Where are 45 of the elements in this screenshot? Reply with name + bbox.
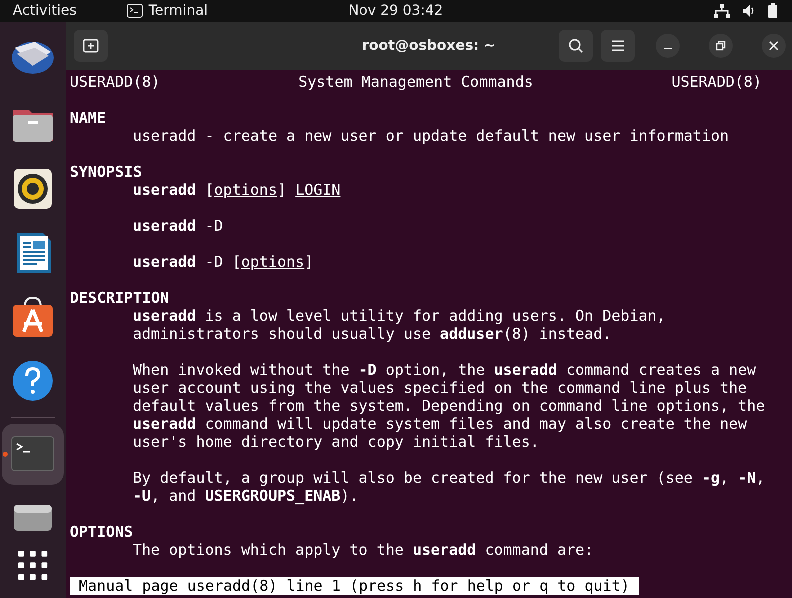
page-header-center: System Management Commands: [298, 73, 534, 91]
text-line: useradd is a low level utility for adding users. On Debian,: [132, 307, 666, 325]
app-name[interactable]: Terminal: [148, 3, 208, 19]
close-button[interactable]: [762, 34, 786, 58]
close-icon: [769, 41, 779, 51]
maximize-button[interactable]: [709, 34, 733, 58]
text-line: useradd command will update system files and may also create the new: [132, 415, 748, 433]
text-line: By default, a group will also be created for the new user (see -g, -N,: [132, 469, 766, 487]
volume-icon[interactable]: [742, 4, 756, 18]
text-line: user's home directory and copy initial files.: [132, 433, 540, 451]
text-line: useradd - create a new user or update default new user information: [132, 127, 730, 145]
text-line: useradd [options] LOGIN: [132, 181, 341, 199]
section-heading: DESCRIPTION: [70, 289, 170, 307]
menu-button[interactable]: [601, 30, 635, 62]
search-button[interactable]: [559, 30, 593, 62]
minimize-button[interactable]: [656, 34, 680, 58]
page-header-right: USERADD(8): [672, 73, 762, 91]
section-heading: NAME: [70, 109, 108, 127]
question-mark-icon[interactable]: [11, 359, 55, 404]
restore-icon: [716, 41, 726, 51]
text-line: useradd -D [options]: [132, 253, 314, 271]
minimize-icon: [664, 48, 672, 50]
page-header-left: USERADD(8): [70, 73, 160, 91]
speaker-icon[interactable]: [11, 166, 55, 211]
text-line: useradd -D: [132, 217, 224, 235]
text-line: -U, and USERGROUPS_ENAB).: [132, 487, 359, 505]
menu-icon: [611, 40, 625, 52]
activities-button[interactable]: Activities: [13, 3, 77, 19]
clock[interactable]: Nov 29 03:42: [348, 3, 444, 19]
new-tab-button[interactable]: [74, 30, 108, 62]
section-heading: SYNOPSIS: [70, 163, 144, 181]
window-title: root@osboxes: ~: [362, 38, 496, 54]
text-line: administrators should usually use adduser(8) instead.: [132, 325, 612, 343]
plus-icon: [83, 39, 99, 53]
text-line: user account using the values specified on the command line plus the: [132, 379, 748, 397]
text-line: The options which apply to the useradd command are:: [132, 541, 594, 559]
network-icon[interactable]: [714, 4, 730, 18]
text-line: default values from the system. Depending on command line options, the: [132, 397, 766, 415]
terminal-icon: [126, 4, 143, 18]
section-heading: OPTIONS: [70, 523, 134, 541]
shopping-bag-icon[interactable]: [11, 295, 55, 340]
search-icon: [568, 38, 584, 54]
app-grid-icon[interactable]: [18, 550, 48, 580]
battery-icon[interactable]: [768, 3, 778, 19]
text-line: When invoked without the -D option, the useradd command creates a new: [132, 361, 756, 379]
